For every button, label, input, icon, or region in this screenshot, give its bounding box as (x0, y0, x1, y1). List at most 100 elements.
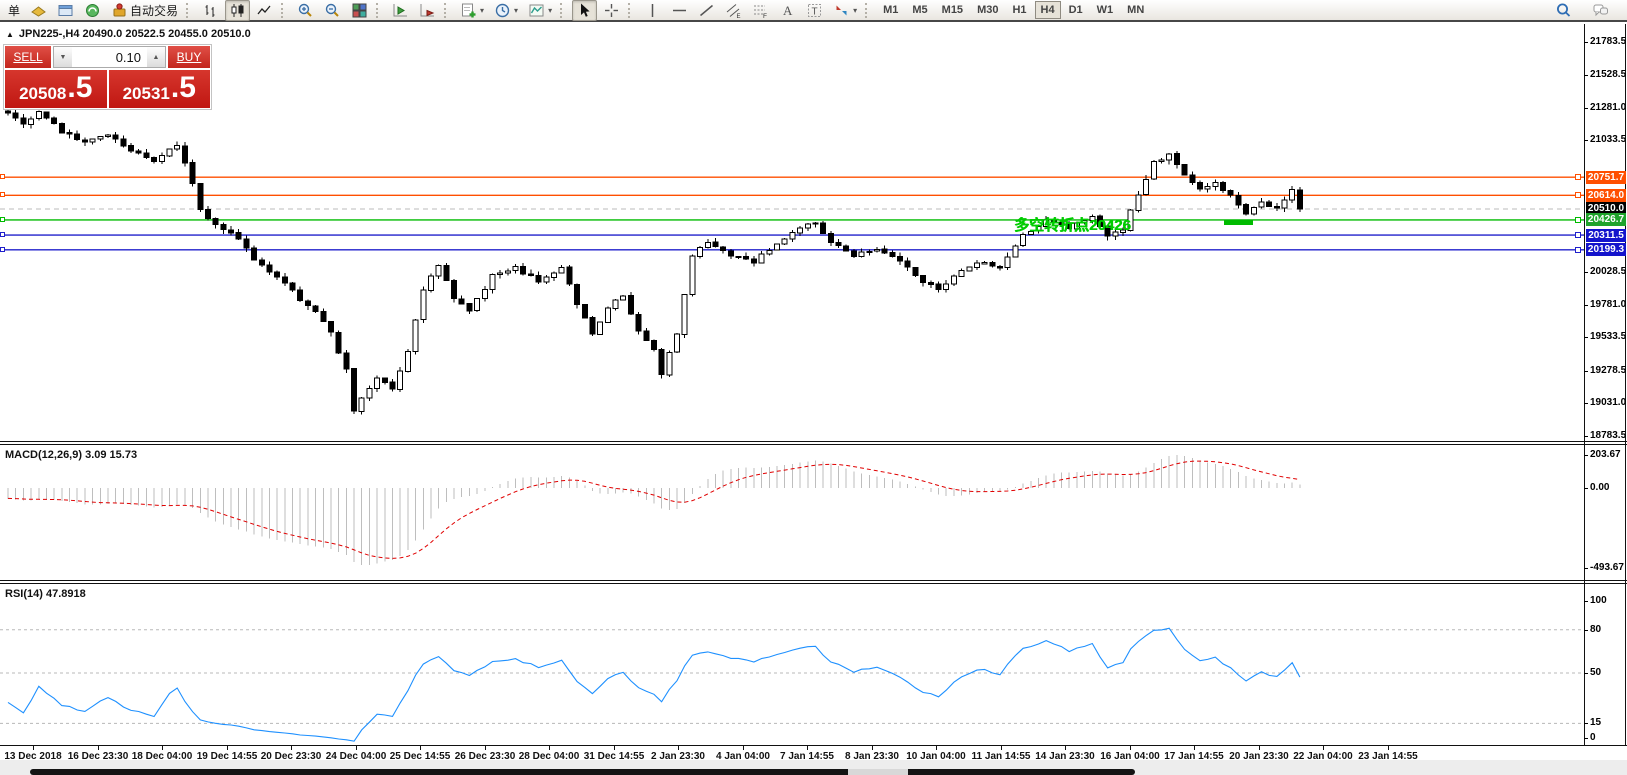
rsi-canvas (0, 585, 1584, 745)
price-axis-label: 19533.5 (1590, 331, 1626, 342)
channel-icon: E (725, 2, 742, 19)
bar-chart-button[interactable] (198, 0, 223, 21)
axis-tick (1584, 488, 1588, 489)
profiles-button[interactable]: ▾ (490, 0, 522, 21)
sell-price-button[interactable]: 20508 .5 (5, 70, 107, 108)
pane-divider[interactable] (0, 441, 1627, 445)
auto-trading-button[interactable]: 自动交易 (107, 0, 182, 21)
timeframe-h1[interactable]: H1 (1006, 1, 1032, 19)
volume-input[interactable]: 0.10 (72, 47, 147, 67)
price-axis-label: 21033.5 (1590, 134, 1626, 145)
green-trend-segment[interactable] (1224, 220, 1253, 225)
time-tick (807, 746, 808, 750)
svg-text:A: A (783, 3, 793, 18)
buy-price-main: 20531 (123, 84, 170, 104)
new-order-button[interactable]: 单 (4, 0, 24, 21)
axis-tick (1584, 108, 1588, 109)
axis-tick (1584, 42, 1588, 43)
trendline-button[interactable] (694, 0, 719, 21)
tile-windows-icon (351, 2, 368, 19)
crosshair-button[interactable] (599, 0, 624, 21)
toolbar-separator (281, 3, 289, 18)
toolbar-separator (186, 3, 194, 18)
data-window-icon (57, 2, 74, 19)
indicators-button[interactable]: ▾ (524, 0, 556, 21)
line-left-handle[interactable] (0, 217, 5, 222)
timeframe-w1[interactable]: W1 (1091, 1, 1120, 19)
zoom-in-button[interactable] (293, 0, 318, 21)
timeframe-m1[interactable]: M1 (877, 1, 904, 19)
volume-decrease-button[interactable]: ▼ (54, 47, 72, 67)
market-watch-button[interactable] (26, 0, 51, 21)
auto-scroll-icon (419, 2, 436, 19)
navigator-button[interactable] (80, 0, 105, 21)
chart-title: ▲ JPN225-,H4 20490.0 20522.5 20455.0 205… (6, 28, 251, 40)
arrows-button[interactable]: ▾ (829, 0, 861, 21)
text-label-icon: T (806, 2, 823, 19)
market-watch-icon (30, 2, 47, 19)
price-axis-label: 20028.5 (1590, 266, 1626, 277)
price-tag-20751.7: 20751.7 (1586, 171, 1626, 184)
timeframe-d1[interactable]: D1 (1063, 1, 1089, 19)
tile-windows-button[interactable] (347, 0, 372, 21)
timeframe-h4[interactable]: H4 (1035, 1, 1061, 19)
timeframe-m5[interactable]: M5 (906, 1, 933, 19)
horizontal-line-button[interactable] (667, 0, 692, 21)
vertical-line-button[interactable] (640, 0, 665, 21)
time-tick (162, 746, 163, 750)
sell-button[interactable]: SELL (5, 46, 51, 68)
line-tag-connector (1575, 192, 1581, 198)
chart-annotation-text: 多空转折点20426 (1014, 214, 1131, 235)
line-chart-button[interactable] (252, 0, 277, 21)
chart-shift-button[interactable] (388, 0, 413, 21)
time-tick (1323, 746, 1324, 750)
sell-price-pips: .5 (67, 70, 92, 106)
candlestick-chart-button[interactable] (225, 0, 250, 21)
volume-increase-button[interactable]: ▲ (147, 47, 165, 67)
equidistant-channel-button[interactable]: E (721, 0, 746, 21)
price-axis-label: 15 (1590, 717, 1601, 728)
time-tick (1065, 746, 1066, 750)
new-chart-icon (460, 2, 477, 19)
chart-shift-icon (392, 2, 409, 19)
toolbar-separator (865, 3, 873, 18)
cursor-button[interactable] (572, 0, 597, 21)
crosshair-icon (603, 2, 620, 19)
collapse-triangle-icon[interactable]: ▲ (6, 30, 14, 39)
timeframe-m30[interactable]: M30 (971, 1, 1004, 19)
price-tag-20614.0: 20614.0 (1586, 189, 1626, 202)
line-left-handle[interactable] (0, 174, 5, 179)
timeframe-mn[interactable]: MN (1121, 1, 1150, 19)
line-left-handle[interactable] (0, 232, 5, 237)
auto-scroll-button[interactable] (415, 0, 440, 21)
pane-divider[interactable] (0, 580, 1627, 584)
line-tag-connector (1575, 217, 1581, 223)
chat-button[interactable] (1588, 0, 1613, 21)
line-left-handle[interactable] (0, 192, 5, 197)
candle-chart-icon (229, 2, 246, 19)
new-chart-button[interactable]: ▾ (456, 0, 488, 21)
rsi-indicator-label: RSI(14) 47.8918 (5, 588, 86, 600)
buy-price-button[interactable]: 20531 .5 (109, 70, 211, 108)
data-window-button[interactable] (53, 0, 78, 21)
timeframe-m15[interactable]: M15 (936, 1, 969, 19)
toolbar-separator (376, 3, 384, 18)
price-tag-20426.7: 20426.7 (1586, 213, 1626, 226)
auto-trading-icon (111, 2, 128, 19)
axis-tick (1584, 75, 1588, 76)
toolbar-separator (628, 3, 636, 18)
text-label-button[interactable]: T (802, 0, 827, 21)
buy-button[interactable]: BUY (168, 46, 210, 68)
zoom-out-button[interactable] (320, 0, 345, 21)
axis-tick (1584, 140, 1588, 141)
time-tick (1001, 746, 1002, 750)
search-button[interactable] (1551, 0, 1576, 21)
zoom-in-icon (297, 2, 314, 19)
line-left-handle[interactable] (0, 247, 5, 252)
macd-canvas (0, 446, 1584, 579)
cursor-icon (576, 2, 593, 19)
text-button[interactable]: A (775, 0, 800, 21)
fibonacci-button[interactable]: F (748, 0, 773, 21)
chart-title-text: JPN225-,H4 20490.0 20522.5 20455.0 20510… (19, 28, 251, 40)
zoom-out-icon (324, 2, 341, 19)
